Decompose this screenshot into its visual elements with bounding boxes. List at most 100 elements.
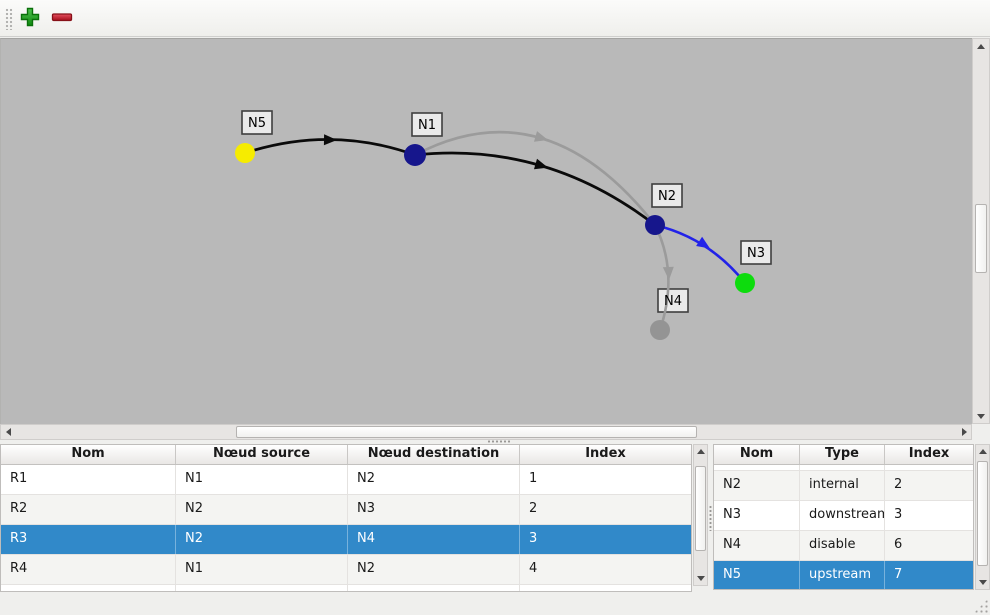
node-label-n5: N5 [248, 116, 266, 131]
column-header-type[interactable]: Type [800, 445, 885, 464]
node-label-n1: N1 [418, 118, 436, 133]
down-arrow-icon [697, 576, 705, 581]
edge-n1-n2-secondary-arrow [534, 131, 550, 145]
remove-button[interactable] [47, 4, 77, 33]
cell-destination: N2 [348, 465, 520, 494]
cell-empty [520, 585, 691, 592]
scroll-left-button[interactable] [1, 425, 15, 439]
cell-type: internal [800, 471, 885, 500]
horizontal-scroll-thumb[interactable] [236, 426, 697, 438]
column-header-nom[interactable]: Nom [714, 445, 800, 464]
cell-source: N1 [176, 465, 348, 494]
cell-destination: N3 [348, 495, 520, 524]
vertical-scroll-thumb[interactable] [975, 204, 987, 273]
cell-index: 1 [520, 465, 691, 494]
node-n1[interactable] [404, 144, 426, 166]
scroll-up-button[interactable] [973, 39, 989, 53]
edge-n1-n2-primary[interactable] [415, 153, 655, 225]
cell-source: N1 [176, 555, 348, 584]
add-button[interactable] [15, 4, 45, 33]
cell-nom: R2 [1, 495, 176, 524]
table-row-n3[interactable]: N3 downstream 3 [714, 501, 973, 531]
column-header-index[interactable]: Index [885, 445, 973, 464]
cell-type: upstream [800, 561, 885, 590]
cell-nom: N3 [714, 501, 800, 530]
edge-n1-n2-primary-arrow [534, 159, 550, 173]
table-row-partial[interactable] [1, 585, 691, 592]
table-row-n4[interactable]: N4 disable 6 [714, 531, 973, 561]
nodes-table-scrollbar[interactable] [975, 444, 990, 590]
scroll-down-button[interactable] [973, 409, 989, 423]
cell-nom: R3 [1, 525, 176, 554]
cell-empty [176, 585, 348, 592]
cell-nom: N4 [714, 531, 800, 560]
cell-index: 2 [885, 471, 973, 500]
toolbar [0, 0, 990, 37]
cell-empty [348, 585, 520, 592]
edge-n2-n4-arrow [663, 267, 675, 281]
vertical-scroll-thumb[interactable] [977, 461, 988, 566]
table-row-r1[interactable]: R1 N1 N2 1 [1, 465, 691, 495]
cell-destination: N4 [348, 525, 520, 554]
node-n5[interactable] [235, 143, 255, 163]
edge-n5-n1-arrow [324, 134, 337, 145]
cell-empty [1, 585, 176, 592]
cell-index: 7 [885, 561, 973, 590]
up-arrow-icon [979, 449, 987, 454]
cell-source: N2 [176, 525, 348, 554]
edge-n1-n2-secondary[interactable] [415, 132, 655, 225]
node-label-n4: N4 [664, 294, 682, 309]
cell-index: 3 [520, 525, 691, 554]
node-n4[interactable] [650, 320, 670, 340]
routes-table-header: Nom Nœud source Nœud destination Index [1, 445, 691, 465]
horizontal-splitter-handle[interactable] [487, 440, 511, 443]
scroll-right-button[interactable] [957, 425, 971, 439]
canvas-horizontal-scrollbar[interactable] [0, 424, 972, 440]
up-arrow-icon [697, 449, 705, 454]
cell-index: 4 [520, 555, 691, 584]
cell-source: N2 [176, 495, 348, 524]
node-label-n3: N3 [747, 246, 765, 261]
scroll-up-button[interactable] [976, 445, 989, 458]
cell-type: downstream [800, 501, 885, 530]
window-resize-grip[interactable] [974, 599, 988, 613]
scroll-down-button[interactable] [694, 572, 707, 585]
plus-icon [19, 6, 41, 31]
cell-nom: N2 [714, 471, 800, 500]
vertical-scroll-thumb[interactable] [695, 466, 706, 551]
scroll-up-button[interactable] [694, 445, 707, 458]
column-header-noeud-destination[interactable]: Nœud destination [348, 445, 520, 464]
cell-destination: N2 [348, 555, 520, 584]
table-row-r4[interactable]: R4 N1 N2 4 [1, 555, 691, 585]
node-n2[interactable] [645, 215, 665, 235]
cell-index: 6 [885, 531, 973, 560]
down-arrow-icon [977, 414, 985, 419]
column-header-noeud-source[interactable]: Nœud source [176, 445, 348, 464]
cell-index: 2 [520, 495, 691, 524]
routes-table: Nom Nœud source Nœud destination Index R… [0, 444, 692, 592]
app-window: N5 N1 N2 N3 N4 Nom Nœud source Nœud [0, 0, 990, 615]
edge-n2-n4[interactable] [655, 225, 668, 330]
table-row-n2[interactable]: N2 internal 2 [714, 471, 973, 501]
column-header-index[interactable]: Index [520, 445, 691, 464]
cell-index: 3 [885, 501, 973, 530]
graph-canvas[interactable]: N5 N1 N2 N3 N4 [0, 38, 972, 424]
cell-empty [800, 465, 885, 470]
cell-empty [885, 465, 973, 470]
toolbar-drag-handle[interactable] [5, 8, 13, 30]
table-row-n5-selected[interactable]: N5 upstream 7 [714, 561, 973, 590]
nodes-table: Nom Type Index N2 internal 2 N3 downstre… [713, 444, 974, 590]
right-arrow-icon [962, 428, 967, 436]
node-label-n2: N2 [658, 189, 676, 204]
node-n3[interactable] [735, 273, 755, 293]
up-arrow-icon [977, 44, 985, 49]
vertical-splitter-handle[interactable] [709, 505, 712, 531]
cell-nom: R1 [1, 465, 176, 494]
scroll-down-button[interactable] [976, 576, 989, 589]
table-row-r2[interactable]: R2 N2 N3 2 [1, 495, 691, 525]
column-header-nom[interactable]: Nom [1, 445, 176, 464]
routes-table-scrollbar[interactable] [693, 444, 708, 586]
canvas-vertical-scrollbar[interactable] [972, 38, 990, 424]
table-row-r3-selected[interactable]: R3 N2 N4 3 [1, 525, 691, 555]
cell-type: disable [800, 531, 885, 560]
